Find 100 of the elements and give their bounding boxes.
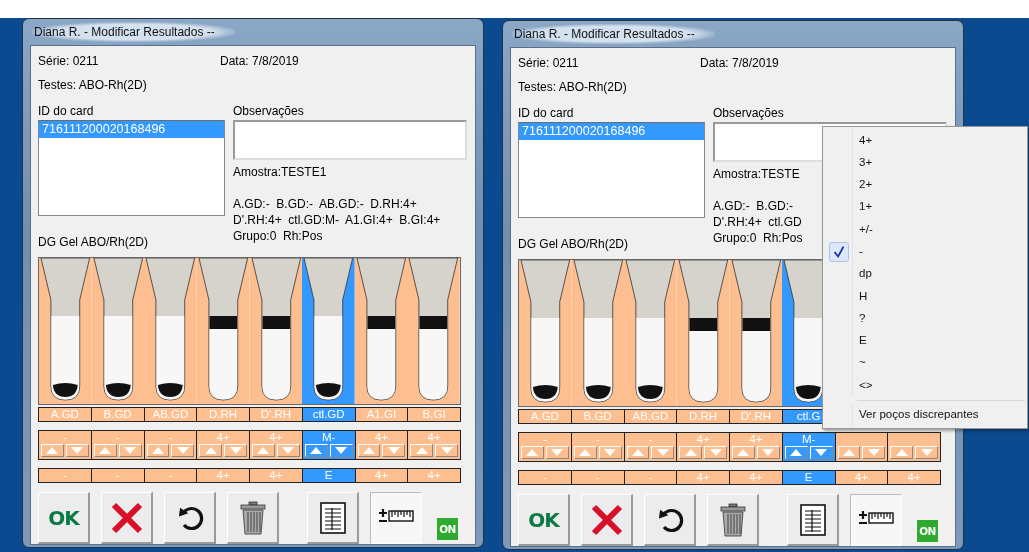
decrease-button[interactable] <box>171 444 195 457</box>
decrease-button[interactable] <box>598 446 622 459</box>
menu-item[interactable]: 1+ <box>825 195 1025 219</box>
result-cell: - <box>519 471 571 484</box>
result-cell: 4+ <box>729 471 782 484</box>
field-label: Observações <box>233 103 305 120</box>
report-button[interactable] <box>307 492 359 544</box>
down-triangle-icon <box>71 447 84 454</box>
menu-item[interactable]: H <box>825 285 1025 308</box>
decrease-button[interactable] <box>704 446 727 459</box>
down-triangle-icon <box>867 449 880 456</box>
date-text: Data: 7/8/2019 <box>700 55 779 72</box>
increase-button[interactable] <box>732 446 755 459</box>
increase-button[interactable] <box>679 446 703 459</box>
menu-item[interactable]: 3+ <box>825 151 1025 174</box>
result-cell: - <box>623 471 677 484</box>
decrease-button[interactable] <box>545 446 569 459</box>
up-triangle-icon <box>526 449 539 456</box>
increase-button[interactable] <box>357 444 381 457</box>
increase-button[interactable] <box>784 446 808 459</box>
menu-item[interactable]: ? <box>825 307 1025 330</box>
menu-item[interactable]: 4+ <box>825 129 1025 152</box>
increase-button[interactable] <box>573 446 597 459</box>
menu-item[interactable]: 2+ <box>825 173 1025 196</box>
tests-text: Testes: ABO-Rh(2D) <box>518 79 628 96</box>
result-cell: E <box>301 469 355 482</box>
increase-button[interactable] <box>410 444 434 457</box>
increase-button[interactable] <box>837 446 861 459</box>
decrease-button[interactable] <box>862 446 886 459</box>
series-text: Série: 0211 <box>518 55 580 72</box>
result-summary-text: D'.RH:4+ ctl.GD <box>713 214 802 230</box>
increase-button[interactable] <box>890 446 914 459</box>
increase-button[interactable] <box>252 444 275 457</box>
trash-icon <box>719 502 746 537</box>
menu-item[interactable]: E <box>825 329 1025 352</box>
decrease-button[interactable] <box>65 444 89 457</box>
result-cell: 4+ <box>407 469 460 482</box>
decrease-button[interactable] <box>756 446 780 459</box>
window-title: Diana R. - Modificar Resultados -- <box>512 24 715 44</box>
up-triangle-icon <box>631 449 644 456</box>
field-label: ID do card <box>38 103 95 120</box>
up-triangle-icon <box>415 447 428 454</box>
reading-text: - <box>647 433 654 446</box>
menu-item[interactable]: ~ <box>825 351 1025 375</box>
reading-text: - <box>594 433 601 446</box>
menu-item[interactable]: Ver poços discrepantes <box>825 403 1025 426</box>
result-cell: - <box>143 469 197 482</box>
cancel-button[interactable] <box>101 492 153 544</box>
increase-button[interactable] <box>521 446 544 459</box>
decrease-button[interactable] <box>382 444 406 457</box>
down-triangle-icon <box>815 449 828 456</box>
increase-button[interactable] <box>146 444 170 457</box>
undo-button[interactable] <box>164 492 216 544</box>
up-triangle-icon <box>151 447 164 454</box>
decrease-button[interactable] <box>118 444 142 457</box>
observations-field[interactable] <box>233 120 467 160</box>
increase-button[interactable] <box>304 444 328 457</box>
ok-button[interactable]: OK <box>38 492 90 544</box>
result-cell: 4+ <box>887 471 940 484</box>
scale-button[interactable] <box>370 492 422 544</box>
decrease-button[interactable] <box>651 446 675 459</box>
card-type-text: DG Gel ABO/Rh(2D) <box>38 234 150 251</box>
decrease-button[interactable] <box>329 444 353 457</box>
delete-button[interactable] <box>707 494 759 546</box>
increase-button[interactable] <box>199 444 223 457</box>
up-triangle-icon <box>737 449 750 456</box>
up-triangle-icon <box>46 447 59 454</box>
result-cell: 4+ <box>249 469 302 482</box>
report-button[interactable] <box>787 494 839 546</box>
undo-button[interactable] <box>644 494 696 546</box>
delete-button[interactable] <box>227 492 279 544</box>
decrease-button[interactable] <box>915 446 938 459</box>
menu-item[interactable]: - <box>825 240 1025 263</box>
increase-button[interactable] <box>93 444 117 457</box>
tube-label: B.GI <box>407 408 460 421</box>
cancel-button[interactable] <box>581 494 633 546</box>
up-triangle-icon <box>362 447 375 454</box>
close-icon <box>110 501 143 534</box>
menu-item[interactable]: <> <box>825 374 1025 397</box>
ok-button[interactable]: OK <box>518 494 570 546</box>
decrease-button[interactable] <box>276 444 300 457</box>
up-triangle-icon <box>204 447 217 454</box>
reading-text: M- <box>320 431 337 444</box>
decrease-button[interactable] <box>435 444 458 457</box>
result-cell: E <box>781 471 835 484</box>
tube-label: B.GD <box>570 410 624 423</box>
menu-item[interactable]: +/- <box>825 218 1025 241</box>
result-cell: 4+ <box>196 469 249 482</box>
increase-button[interactable] <box>626 446 650 459</box>
menu-item[interactable]: dp <box>825 262 1025 286</box>
down-triangle-icon <box>656 449 669 456</box>
down-triangle-icon <box>124 447 137 454</box>
up-triangle-icon <box>99 447 112 454</box>
document-icon <box>799 503 826 536</box>
increase-button[interactable] <box>41 444 64 457</box>
reading-text: - <box>61 431 68 444</box>
trash-icon <box>239 500 266 535</box>
decrease-button[interactable] <box>224 444 247 457</box>
decrease-button[interactable] <box>809 446 833 459</box>
scale-button[interactable] <box>850 494 902 546</box>
